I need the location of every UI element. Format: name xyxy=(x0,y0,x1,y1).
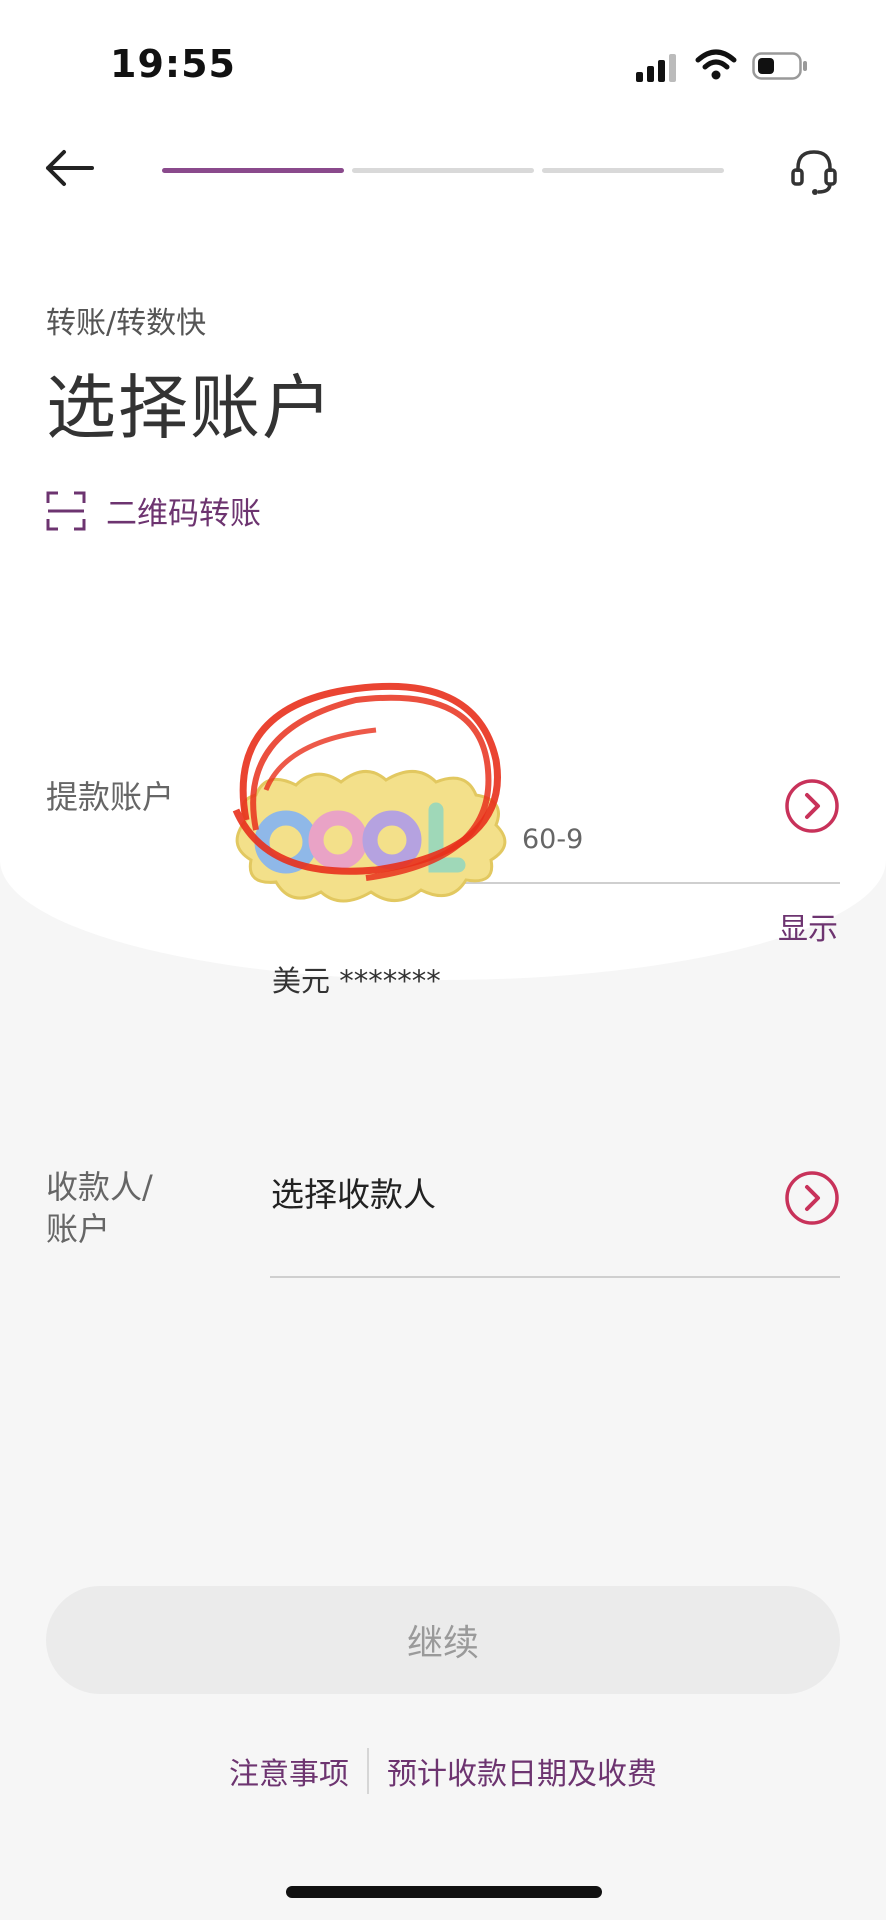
divider xyxy=(270,1276,840,1278)
page-title: 选择账户 xyxy=(46,367,334,449)
status-time: 19:55 xyxy=(110,42,236,86)
scan-qr-icon xyxy=(46,491,86,530)
wifi-icon xyxy=(695,49,737,80)
qr-code-transfer-link[interactable]: 二维码转账 xyxy=(46,488,261,533)
footer-separator xyxy=(367,1748,369,1794)
progress-step-3 xyxy=(542,168,724,173)
progress-step-2 xyxy=(352,168,534,173)
estimated-date-fee-link[interactable]: 预计收款日期及收费 xyxy=(387,1749,657,1793)
battery-icon xyxy=(752,52,807,80)
show-balance-link[interactable]: 显示 xyxy=(778,904,838,948)
continue-button[interactable]: 继续 xyxy=(46,1586,840,1694)
select-payee-text: 选择收款人 xyxy=(271,1175,436,1214)
debit-account-label: 提款账户 xyxy=(46,778,175,816)
debit-account-selector[interactable]: 外汇宝账户 60-9 xyxy=(270,768,840,888)
payee-selector[interactable]: 选择收款人 xyxy=(270,1160,840,1270)
payee-label-line2: 账户 xyxy=(46,1210,111,1248)
debit-account-number: 60-9 xyxy=(522,824,584,855)
breadcrumb: 转账/转数快 xyxy=(46,306,207,341)
back-arrow-icon[interactable] xyxy=(42,148,96,188)
step-progress-bar xyxy=(162,168,724,173)
notes-link[interactable]: 注意事项 xyxy=(229,1749,349,1793)
debit-account-name: 外汇宝账户 xyxy=(271,781,436,820)
account-balance: 美元 ******* xyxy=(272,964,441,998)
chevron-right-icon xyxy=(785,779,839,833)
payee-label-line1: 收款人/ xyxy=(46,1168,153,1206)
footer-links: 注意事项 预计收款日期及收费 xyxy=(0,1748,886,1794)
customer-service-headset-icon[interactable] xyxy=(790,146,838,198)
progress-step-1 xyxy=(162,168,344,173)
home-indicator xyxy=(286,1886,602,1898)
qr-code-transfer-label: 二维码转账 xyxy=(106,496,261,532)
divider xyxy=(270,882,840,884)
chevron-right-icon xyxy=(785,1171,839,1225)
payee-account-label: 收款人/ 账户 xyxy=(46,1166,153,1250)
cellular-signal-icon xyxy=(636,52,676,82)
